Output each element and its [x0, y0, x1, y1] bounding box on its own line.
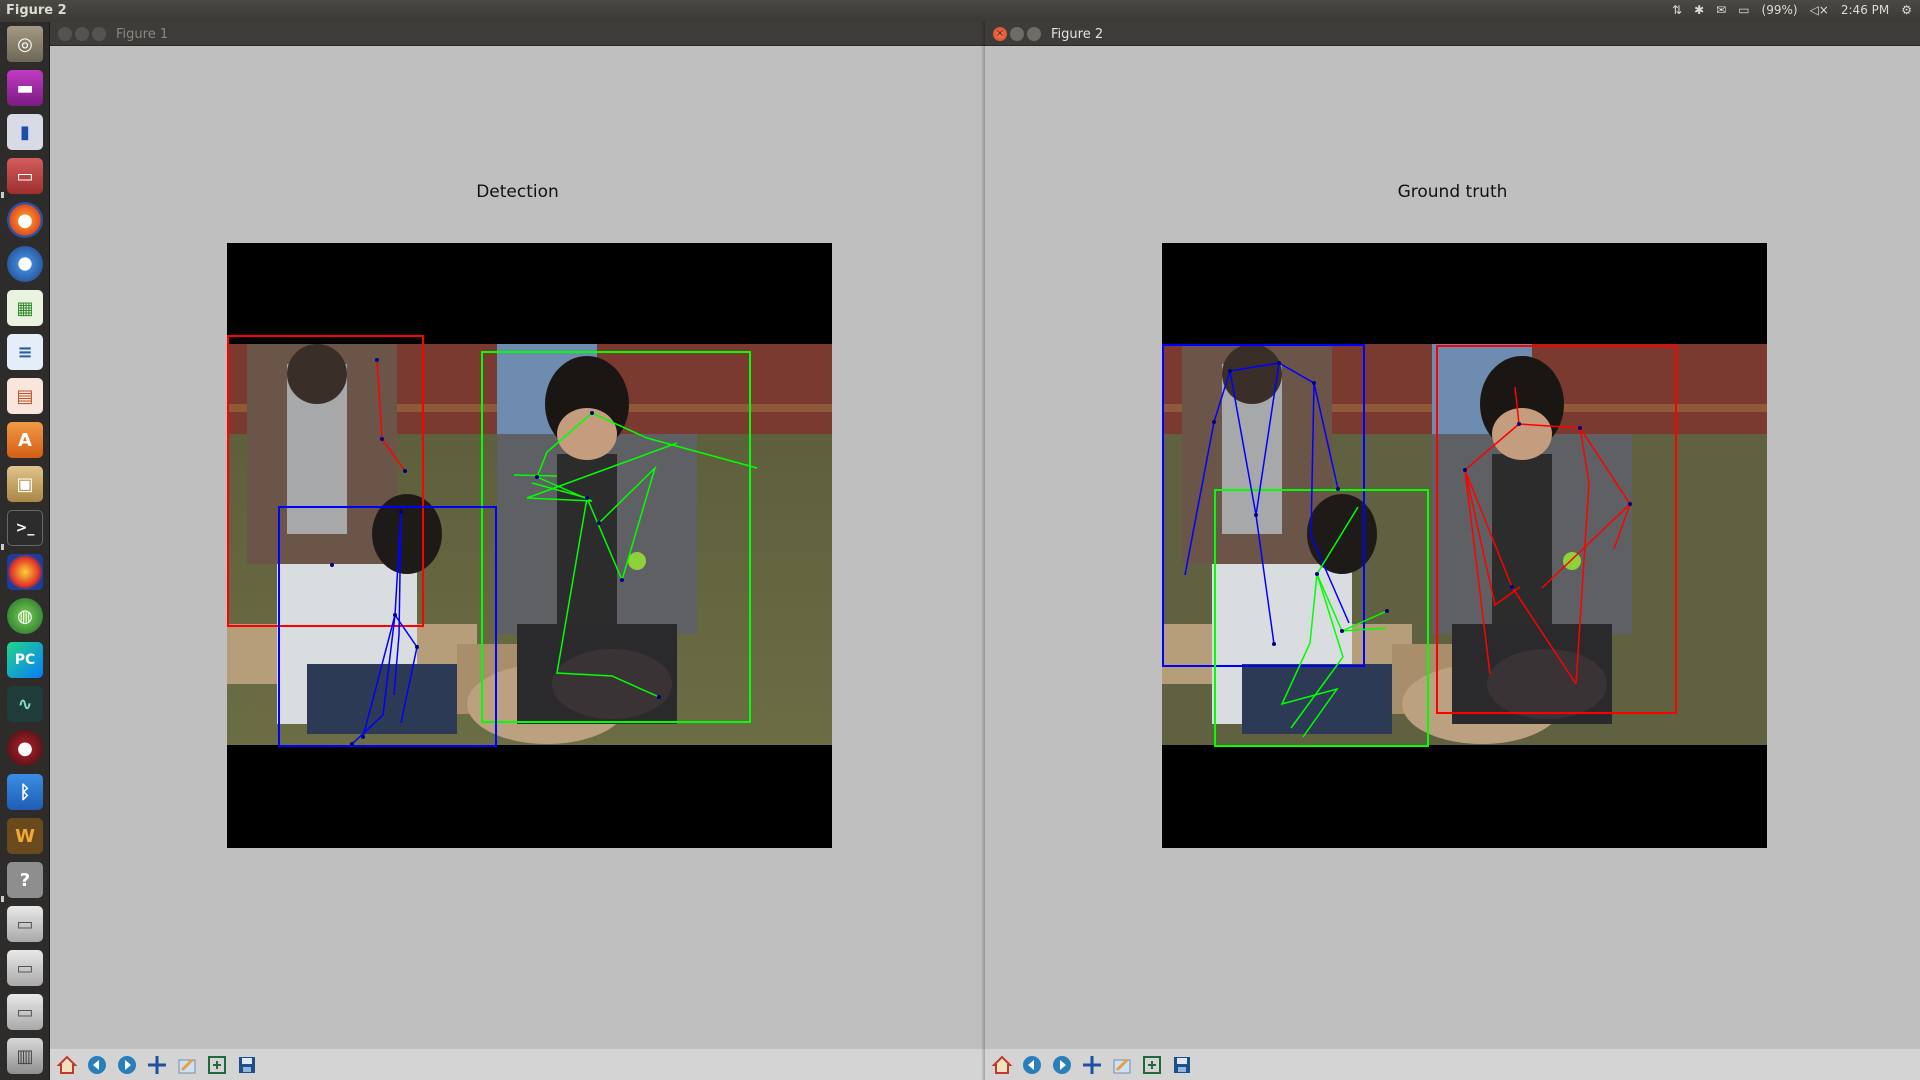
pan-icon[interactable]: [1079, 1052, 1105, 1078]
drive-icon[interactable]: ▭: [7, 994, 43, 1030]
save-icon[interactable]: [234, 1052, 260, 1078]
skeleton-red: [1464, 386, 1631, 685]
pycharm-icon[interactable]: PC: [7, 642, 43, 678]
oscilloscope-icon[interactable]: W: [7, 818, 43, 854]
network-icon[interactable]: ⇅: [1672, 3, 1682, 17]
gear-icon[interactable]: ⚙: [1901, 3, 1912, 17]
battery-percent: (99%): [1761, 3, 1798, 17]
terminal-icon[interactable]: >_: [7, 510, 43, 546]
firefox-icon[interactable]: ●: [7, 202, 43, 238]
image-axes[interactable]: [227, 243, 832, 848]
close-icon[interactable]: [58, 27, 72, 41]
figure-2-window: × Figure 2 Ground truth: [985, 22, 1920, 1080]
drive-icon[interactable]: ▭: [7, 906, 43, 942]
bluetooth-icon[interactable]: ᛒ: [7, 774, 43, 810]
archive-manager-icon[interactable]: ▣: [7, 466, 43, 502]
chromium-icon[interactable]: [7, 246, 43, 282]
keypoints: [1212, 361, 1632, 646]
window-titlebar[interactable]: × Figure 2: [985, 22, 1920, 46]
clock[interactable]: 2:46 PM: [1841, 3, 1889, 17]
file-manager-icon[interactable]: ▭: [7, 158, 43, 194]
window-titlebar[interactable]: Figure 1: [50, 22, 985, 46]
maximize-icon[interactable]: [1027, 27, 1041, 41]
skeleton-green: [1280, 506, 1388, 738]
maximize-icon[interactable]: [92, 27, 106, 41]
configure-subplots-icon[interactable]: [204, 1052, 230, 1078]
impress-icon[interactable]: ▤: [7, 378, 43, 414]
save-icon[interactable]: [1169, 1052, 1195, 1078]
back-icon[interactable]: [84, 1052, 110, 1078]
active-window-title: Figure 2: [6, 3, 67, 18]
plot-toolbar: [50, 1048, 985, 1080]
writer-icon[interactable]: ≡: [7, 334, 43, 370]
close-icon[interactable]: ×: [993, 27, 1007, 41]
spreadsheet-icon[interactable]: ▦: [7, 290, 43, 326]
skeleton-blue: [351, 511, 418, 745]
plot-toolbar: [985, 1048, 1920, 1080]
bluetooth-tray-icon[interactable]: ✱: [1694, 3, 1704, 17]
volume-icon[interactable]: ◁×: [1810, 3, 1829, 17]
running-indicator: [1, 896, 4, 902]
trash-icon[interactable]: ▥: [7, 1038, 43, 1074]
window-title: Figure 1: [116, 27, 169, 42]
running-indicator: [1, 192, 4, 198]
figure-1-window: Figure 1 Detection: [50, 22, 985, 1080]
zoom-icon[interactable]: [1109, 1052, 1135, 1078]
video-player-icon[interactable]: ▬: [7, 70, 43, 106]
plot-title: Ground truth: [1397, 182, 1508, 202]
image-axes[interactable]: [1162, 243, 1767, 848]
launcher: ◎ ▬ ▮ ▭ ● ▦ ≡ ▤ A ▣ >_ ◍ PC ∿ ● ᛒ W ? ▭ …: [0, 22, 50, 1080]
plot-title: Detection: [476, 182, 559, 202]
home-icon[interactable]: [989, 1052, 1015, 1078]
pan-icon[interactable]: [144, 1052, 170, 1078]
skeleton-green: [513, 412, 758, 698]
help-icon[interactable]: ?: [7, 862, 43, 898]
matlab-icon[interactable]: ◍: [7, 598, 43, 634]
home-icon[interactable]: [54, 1052, 80, 1078]
screen-recorder-icon[interactable]: ●: [7, 730, 43, 766]
annotation-overlay: [227, 335, 758, 747]
bbox-green: [1214, 489, 1429, 747]
window-title: Figure 2: [1051, 27, 1104, 42]
ubuntu-dash-icon[interactable]: ◎: [7, 26, 43, 62]
software-center-icon[interactable]: A: [7, 422, 43, 458]
bbox-blue: [1162, 344, 1365, 667]
bbox-green: [481, 351, 751, 723]
thermometer-icon[interactable]: ▮: [7, 114, 43, 150]
back-icon[interactable]: [1019, 1052, 1045, 1078]
mail-icon[interactable]: ✉: [1716, 3, 1726, 17]
skeleton-red: [376, 359, 406, 472]
battery-icon[interactable]: ▭: [1738, 3, 1749, 17]
drive-icon[interactable]: ▭: [7, 950, 43, 986]
top-panel: Figure 2 ⇅ ✱ ✉ ▭ (99%) ◁× 2:46 PM ⚙: [0, 0, 1920, 22]
minimize-icon[interactable]: [1010, 27, 1024, 41]
configure-subplots-icon[interactable]: [1139, 1052, 1165, 1078]
skeleton-blue: [1184, 362, 1350, 645]
system-monitor-icon[interactable]: ∿: [7, 686, 43, 722]
system-tray: ⇅ ✱ ✉ ▭ (99%) ◁× 2:46 PM ⚙: [1672, 3, 1912, 17]
forward-icon[interactable]: [114, 1052, 140, 1078]
zoom-icon[interactable]: [174, 1052, 200, 1078]
display-settings-icon[interactable]: [7, 554, 43, 590]
bbox-red: [227, 335, 424, 627]
running-indicator: [1, 544, 4, 550]
forward-icon[interactable]: [1049, 1052, 1075, 1078]
minimize-icon[interactable]: [75, 27, 89, 41]
annotation-overlay: [1162, 344, 1677, 747]
